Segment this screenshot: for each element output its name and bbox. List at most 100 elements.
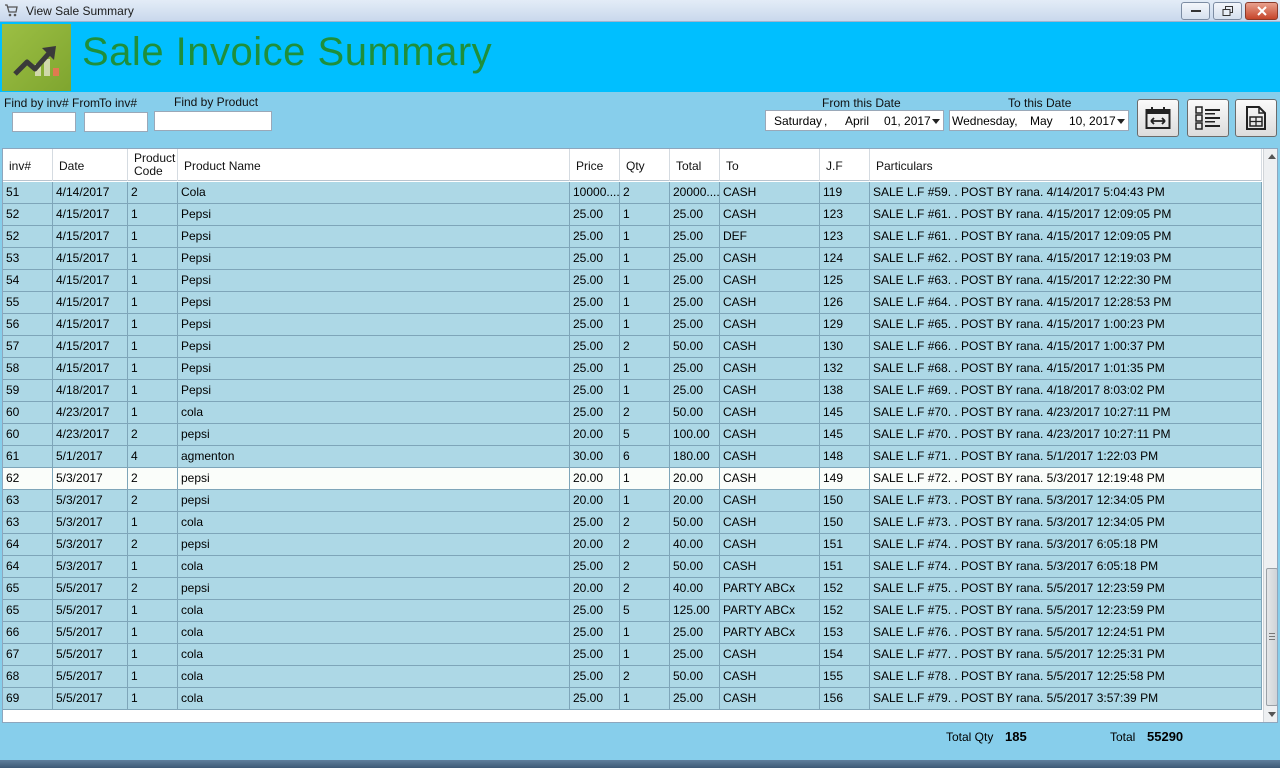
cell-date[interactable]: 5/5/2017	[53, 644, 128, 666]
cell-date[interactable]: 4/18/2017	[53, 380, 128, 402]
cell-product-code[interactable]: 1	[128, 314, 178, 336]
cell-product-code[interactable]: 1	[128, 380, 178, 402]
cell-particulars[interactable]: SALE L.F #62. . POST BY rana. 4/15/2017 …	[870, 248, 1262, 270]
cell-price[interactable]: 25.00	[570, 270, 620, 292]
to-date-picker[interactable]: Wednesday, May 10, 2017	[949, 110, 1129, 131]
table-row[interactable]: 52 4/15/2017 1 Pepsi 25.00 1 25.00 CASH 123 SALE …	[3, 204, 1262, 226]
cell-price[interactable]: 25.00	[570, 204, 620, 226]
cell-to[interactable]: CASH	[720, 270, 820, 292]
cell-particulars[interactable]: SALE L.F #69. . POST BY rana. 4/18/2017 …	[870, 380, 1262, 402]
cell-to[interactable]: CASH	[720, 182, 820, 204]
cell-to[interactable]: PARTY ABCx	[720, 622, 820, 644]
cell-jf[interactable]: 151	[820, 556, 870, 578]
cell-jf[interactable]: 145	[820, 424, 870, 446]
cell-product-name[interactable]: cola	[178, 556, 570, 578]
header-col-particulars[interactable]: Particulars	[870, 149, 1262, 181]
cell-price[interactable]: 30.00	[570, 446, 620, 468]
cell-inv[interactable]: 52	[3, 226, 53, 248]
close-button[interactable]	[1245, 2, 1278, 20]
cell-jf[interactable]: 138	[820, 380, 870, 402]
cell-qty[interactable]: 1	[620, 644, 670, 666]
cell-qty[interactable]: 5	[620, 600, 670, 622]
cell-product-name[interactable]: Pepsi	[178, 270, 570, 292]
cell-product-code[interactable]: 1	[128, 644, 178, 666]
cell-to[interactable]: CASH	[720, 534, 820, 556]
cell-particulars[interactable]: SALE L.F #73. . POST BY rana. 5/3/2017 1…	[870, 512, 1262, 534]
cell-particulars[interactable]: SALE L.F #79. . POST BY rana. 5/5/2017 3…	[870, 688, 1262, 710]
header-col-total[interactable]: Total	[670, 149, 720, 181]
cell-qty[interactable]: 2	[620, 512, 670, 534]
cell-price[interactable]: 25.00	[570, 644, 620, 666]
cell-date[interactable]: 5/5/2017	[53, 688, 128, 710]
list-view-button[interactable]	[1187, 99, 1229, 137]
cell-product-name[interactable]: Pepsi	[178, 358, 570, 380]
cell-inv[interactable]: 68	[3, 666, 53, 688]
from-date-picker[interactable]: Saturday , April 01, 2017	[765, 110, 944, 131]
cell-qty[interactable]: 1	[620, 380, 670, 402]
cell-particulars[interactable]: SALE L.F #70. . POST BY rana. 4/23/2017 …	[870, 402, 1262, 424]
cell-jf[interactable]: 119	[820, 182, 870, 204]
cell-to[interactable]: CASH	[720, 336, 820, 358]
cell-product-code[interactable]: 1	[128, 666, 178, 688]
cell-date[interactable]: 5/3/2017	[53, 512, 128, 534]
cell-product-name[interactable]: agmenton	[178, 446, 570, 468]
header-col-product-name[interactable]: Product Name	[178, 149, 570, 181]
header-col-price[interactable]: Price	[570, 149, 620, 181]
cell-product-code[interactable]: 2	[128, 424, 178, 446]
cell-total[interactable]: 20.00	[670, 468, 720, 490]
cell-jf[interactable]: 149	[820, 468, 870, 490]
cell-to[interactable]: CASH	[720, 314, 820, 336]
cell-date[interactable]: 5/3/2017	[53, 534, 128, 556]
cell-product-name[interactable]: Pepsi	[178, 314, 570, 336]
cell-product-name[interactable]: Pepsi	[178, 292, 570, 314]
cell-price[interactable]: 25.00	[570, 600, 620, 622]
cell-product-name[interactable]: Pepsi	[178, 226, 570, 248]
cell-to[interactable]: CASH	[720, 468, 820, 490]
cell-qty[interactable]: 1	[620, 314, 670, 336]
cell-date[interactable]: 5/5/2017	[53, 600, 128, 622]
cell-to[interactable]: CASH	[720, 688, 820, 710]
minimize-button[interactable]	[1181, 2, 1210, 20]
cell-product-name[interactable]: pepsi	[178, 578, 570, 600]
report-button[interactable]	[1235, 99, 1277, 137]
cell-product-code[interactable]: 1	[128, 292, 178, 314]
cell-qty[interactable]: 1	[620, 204, 670, 226]
cell-jf[interactable]: 123	[820, 226, 870, 248]
cell-price[interactable]: 25.00	[570, 336, 620, 358]
cell-product-name[interactable]: cola	[178, 512, 570, 534]
table-row[interactable]: 67 5/5/2017 1 cola 25.00 1 25.00 CASH 154 SALE L.…	[3, 644, 1262, 666]
cell-product-name[interactable]: cola	[178, 688, 570, 710]
cell-inv[interactable]: 58	[3, 358, 53, 380]
cell-inv[interactable]: 57	[3, 336, 53, 358]
header-col-inv[interactable]: inv#	[3, 149, 53, 181]
cell-inv[interactable]: 64	[3, 534, 53, 556]
cell-qty[interactable]: 1	[620, 270, 670, 292]
cell-particulars[interactable]: SALE L.F #61. . POST BY rana. 4/15/2017 …	[870, 226, 1262, 248]
cell-qty[interactable]: 1	[620, 468, 670, 490]
cell-total[interactable]: 125.00	[670, 600, 720, 622]
cell-date[interactable]: 4/15/2017	[53, 226, 128, 248]
cell-total[interactable]: 25.00	[670, 314, 720, 336]
cell-date[interactable]: 5/5/2017	[53, 666, 128, 688]
cell-jf[interactable]: 129	[820, 314, 870, 336]
cell-product-name[interactable]: pepsi	[178, 468, 570, 490]
cell-to[interactable]: CASH	[720, 644, 820, 666]
cell-total[interactable]: 40.00	[670, 578, 720, 600]
table-row[interactable]: 55 4/15/2017 1 Pepsi 25.00 1 25.00 CASH 126 SALE …	[3, 292, 1262, 314]
cell-particulars[interactable]: SALE L.F #63. . POST BY rana. 4/15/2017 …	[870, 270, 1262, 292]
header-col-jf[interactable]: J.F	[820, 149, 870, 181]
cell-total[interactable]: 25.00	[670, 270, 720, 292]
cell-product-code[interactable]: 1	[128, 336, 178, 358]
grid-body[interactable]: 51 4/14/2017 2 Cola 10000.... 2 20000.... CASH 1…	[3, 182, 1262, 710]
cell-total[interactable]: 50.00	[670, 512, 720, 534]
cell-product-name[interactable]: pepsi	[178, 424, 570, 446]
cell-jf[interactable]: 123	[820, 204, 870, 226]
vertical-scrollbar[interactable]	[1263, 149, 1277, 722]
cell-qty[interactable]: 2	[620, 666, 670, 688]
cell-qty[interactable]: 2	[620, 534, 670, 556]
cell-total[interactable]: 25.00	[670, 226, 720, 248]
cell-product-name[interactable]: cola	[178, 622, 570, 644]
table-row[interactable]: 60 4/23/2017 1 cola 25.00 2 50.00 CASH 145 SALE L…	[3, 402, 1262, 424]
cell-inv[interactable]: 51	[3, 182, 53, 204]
cell-date[interactable]: 4/15/2017	[53, 270, 128, 292]
